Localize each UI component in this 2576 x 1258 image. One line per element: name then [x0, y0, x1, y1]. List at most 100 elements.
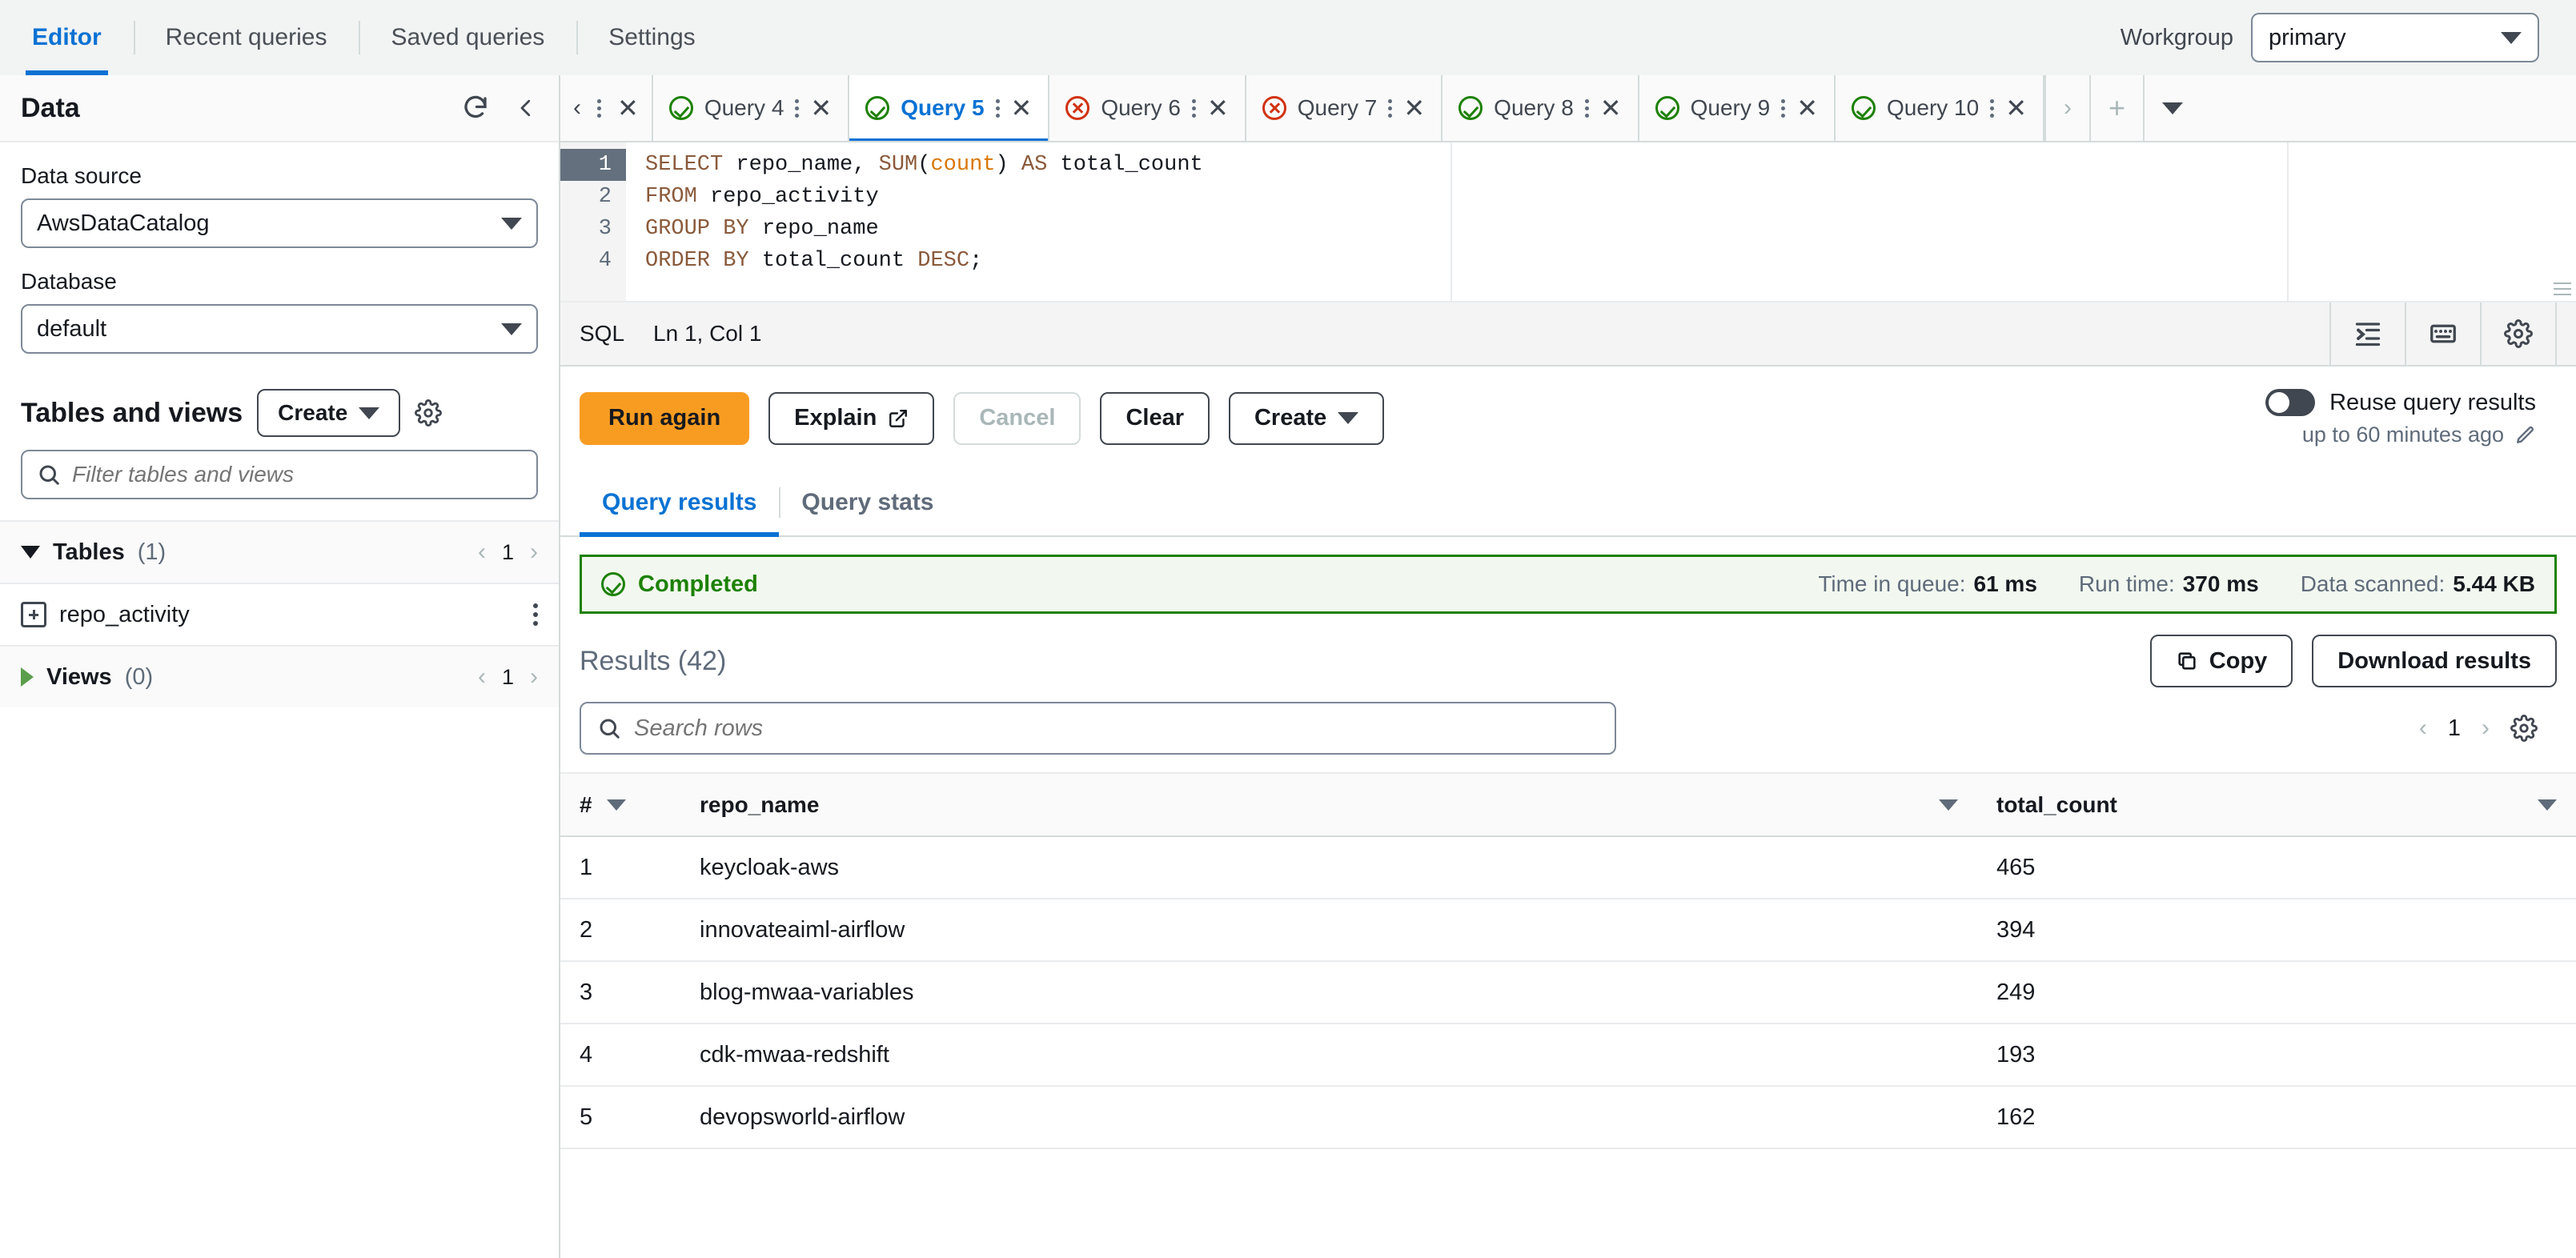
- clear-button[interactable]: Clear: [1100, 391, 1210, 445]
- status-banner-lead: Completed: [601, 571, 758, 598]
- close-tab-icon[interactable]: ✕: [617, 95, 639, 121]
- nav-tab-recent-queries[interactable]: Recent queries: [133, 0, 359, 75]
- query-tabs-overflow-menu-icon[interactable]: [597, 98, 601, 118]
- query-status-banner: Completed Time in queue: 61 ms Run time: 3…: [580, 555, 2557, 614]
- database-value: default: [37, 315, 107, 342]
- search-rows-field[interactable]: [580, 702, 1616, 755]
- cell-index: 4: [560, 1024, 680, 1087]
- tables-settings-gear-icon[interactable]: [415, 399, 443, 427]
- tables-pager: ‹ 1 ›: [478, 539, 538, 566]
- filter-tables-search[interactable]: [21, 450, 538, 499]
- create-button[interactable]: Create: [1228, 391, 1385, 445]
- query-tab-menu-icon[interactable]: [1990, 98, 1995, 118]
- query-tabs-dropdown-button[interactable]: [2143, 75, 2201, 141]
- query-tab-menu-icon[interactable]: [1781, 98, 1786, 118]
- explain-button[interactable]: Explain: [768, 391, 935, 445]
- copy-results-button[interactable]: Copy: [2149, 635, 2293, 687]
- database-select[interactable]: default: [21, 304, 538, 354]
- tables-prev-page-icon[interactable]: ‹: [478, 539, 486, 566]
- keyboard-shortcuts-button[interactable]: [2405, 302, 2480, 366]
- sql-editor[interactable]: 1 2 3 4 SELECT repo_name, SUM(count) AS …: [560, 142, 2576, 302]
- nav-tab-settings[interactable]: Settings: [576, 0, 727, 75]
- create-table-button[interactable]: Create: [257, 389, 401, 437]
- table-expand-icon[interactable]: [21, 602, 46, 627]
- editor-code-area[interactable]: SELECT repo_name, SUM(count) AS total_co…: [626, 142, 2576, 301]
- collapse-sidebar-icon[interactable]: [514, 94, 538, 122]
- tables-next-page-icon[interactable]: ›: [530, 539, 538, 566]
- tab-query-results[interactable]: Query results: [580, 470, 780, 537]
- format-query-button[interactable]: [2329, 302, 2405, 366]
- query-tabs-scroll-left: ‹ ✕: [560, 75, 653, 141]
- query-tab-menu-icon[interactable]: [995, 98, 1000, 118]
- query-tab-query-6[interactable]: Query 6 ✕: [1049, 75, 1246, 141]
- table-row[interactable]: 1 keycloak-aws 465: [560, 836, 2576, 899]
- close-icon[interactable]: ✕: [1796, 95, 1818, 121]
- views-group-count: (0): [124, 663, 154, 690]
- tables-group-row[interactable]: Tables (1) ‹ 1 ›: [0, 520, 559, 583]
- query-tab-menu-icon[interactable]: [1584, 98, 1589, 118]
- workgroup-select[interactable]: primary: [2251, 13, 2539, 62]
- query-tab-query-4[interactable]: Query 4 ✕: [653, 75, 850, 141]
- chevron-down-icon[interactable]: [21, 546, 40, 559]
- new-query-tab-button[interactable]: +: [2089, 75, 2143, 141]
- table-row[interactable]: 2 innovateaiml-airflow 394: [560, 899, 2576, 962]
- run-again-button[interactable]: Run again: [580, 391, 750, 445]
- metric-run-time: Run time: 370 ms: [2079, 571, 2259, 597]
- query-tab-query-9[interactable]: Query 9 ✕: [1639, 75, 1836, 141]
- chevron-right-icon[interactable]: [21, 667, 34, 687]
- nav-tab-saved-queries[interactable]: Saved queries: [359, 0, 576, 75]
- sort-repo-name-icon[interactable]: [1939, 799, 1958, 811]
- refresh-icon[interactable]: [461, 94, 490, 122]
- close-icon[interactable]: ✕: [1011, 95, 1033, 121]
- edit-pencil-icon[interactable]: [2515, 425, 2536, 446]
- close-icon[interactable]: ✕: [1207, 95, 1229, 121]
- views-page-number: 1: [501, 664, 514, 689]
- editor-main: ‹ ✕ Query 4 ✕ Query 5 ✕ Query 6 ✕ Query …: [560, 75, 2576, 1258]
- editor-settings-button[interactable]: [2480, 302, 2557, 366]
- close-icon[interactable]: ✕: [810, 95, 832, 121]
- views-next-page-icon[interactable]: ›: [530, 663, 538, 691]
- query-metrics: Time in queue: 61 ms Run time: 370 ms Data…: [1818, 571, 2535, 597]
- editor-status-bar: SQL Ln 1, Col 1: [560, 302, 2576, 367]
- table-row[interactable]: 3 blog-mwaa-variables 249: [560, 961, 2576, 1024]
- sort-index-icon[interactable]: [606, 799, 626, 811]
- query-tab-menu-icon[interactable]: [795, 98, 800, 118]
- data-source-select[interactable]: AwsDataCatalog: [21, 198, 538, 248]
- results-preferences-gear-icon[interactable]: [2510, 715, 2538, 742]
- reuse-query-results-toggle[interactable]: [2265, 389, 2316, 416]
- nav-tab-editor[interactable]: Editor: [0, 0, 134, 75]
- close-icon[interactable]: ✕: [1600, 95, 1622, 121]
- query-tab-query-8[interactable]: Query 8 ✕: [1442, 75, 1639, 141]
- filter-tables-input[interactable]: [72, 462, 522, 487]
- data-source-section: Data source AwsDataCatalog Database defa…: [0, 142, 559, 375]
- query-tab-query-10[interactable]: Query 10 ✕: [1836, 75, 2044, 141]
- download-results-button[interactable]: Download results: [2312, 635, 2557, 687]
- table-row[interactable]: 4 cdk-mwaa-redshift 193: [560, 1024, 2576, 1087]
- views-group-row[interactable]: Views (0) ‹ 1 ›: [0, 645, 559, 707]
- results-page-number: 1: [2447, 715, 2461, 741]
- tab-query-stats[interactable]: Query stats: [779, 470, 956, 535]
- results-next-page-icon[interactable]: ›: [2482, 715, 2490, 742]
- table-row[interactable]: 5 devopsworld-airflow 162: [560, 1086, 2576, 1149]
- query-tab-query-5[interactable]: Query 5 ✕: [849, 75, 1050, 141]
- cell-total-count: 394: [1977, 899, 2576, 962]
- results-title: Results (42): [580, 646, 726, 677]
- scroll-right-button[interactable]: ›: [2044, 75, 2089, 141]
- query-tab-menu-icon[interactable]: [1191, 98, 1196, 118]
- views-prev-page-icon[interactable]: ‹: [478, 663, 486, 691]
- query-tab-menu-icon[interactable]: [1388, 98, 1393, 118]
- table-item-menu-icon[interactable]: [533, 603, 538, 626]
- scroll-left-icon[interactable]: ‹: [573, 96, 581, 120]
- close-icon[interactable]: ✕: [1403, 95, 1425, 121]
- sort-total-count-icon[interactable]: [2538, 799, 2557, 811]
- gear-icon: [2504, 319, 2533, 348]
- results-prev-page-icon[interactable]: ‹: [2419, 715, 2427, 742]
- editor-resize-handle[interactable]: [2554, 278, 2571, 296]
- query-tab-query-7[interactable]: Query 7 ✕: [1246, 75, 1443, 141]
- status-error-icon: [1262, 96, 1286, 120]
- cell-repo-name: cdk-mwaa-redshift: [680, 1024, 1977, 1087]
- close-icon[interactable]: ✕: [2005, 95, 2027, 121]
- table-item-repo-activity[interactable]: repo_activity: [0, 583, 559, 645]
- workgroup-area: Workgroup primary: [2121, 13, 2539, 62]
- search-rows-input[interactable]: [634, 715, 1599, 742]
